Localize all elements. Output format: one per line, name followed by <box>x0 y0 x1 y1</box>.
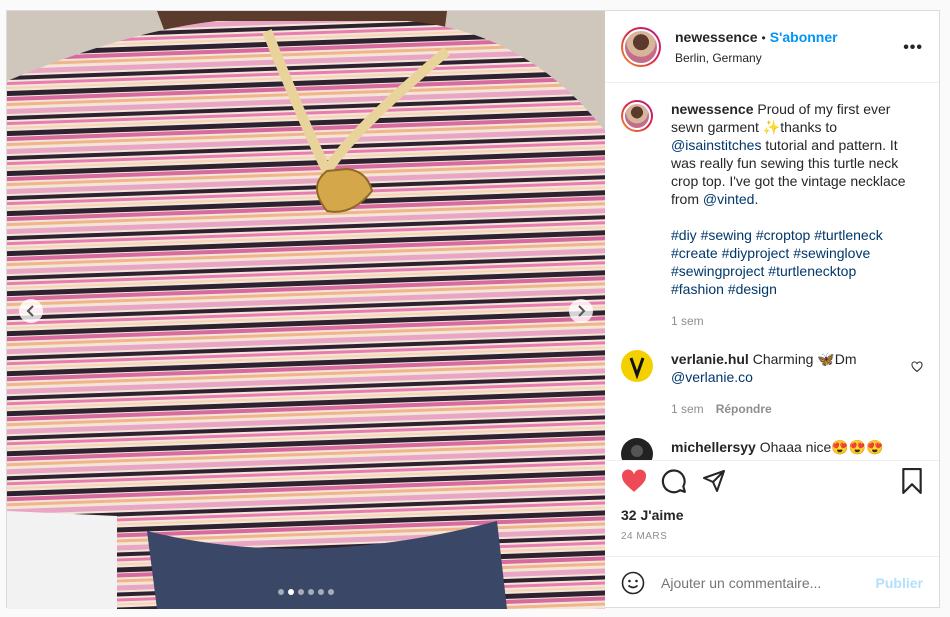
caption-username[interactable]: newessence <box>671 101 754 117</box>
add-comment-bar: Publier <box>605 556 939 609</box>
heart-filled-icon <box>621 469 647 492</box>
more-options-icon[interactable]: ••• <box>903 39 923 57</box>
caption-text-3: . <box>754 191 759 207</box>
post-header: newessence • S'abonner Berlin, Germany ••• <box>605 11 939 83</box>
carousel-dot <box>278 589 284 595</box>
comment-mention[interactable]: @verlanie.co <box>671 369 753 385</box>
likes-count[interactable]: 32 J'aime <box>621 507 684 523</box>
hashtag-link[interactable]: #turtlenecktop <box>768 263 856 279</box>
carousel-dot <box>318 589 324 595</box>
comment-avatar[interactable] <box>621 350 653 382</box>
location-link[interactable]: Berlin, Germany <box>675 51 838 65</box>
action-bar <box>605 460 939 500</box>
post-image[interactable] <box>7 11 605 609</box>
comment-text: Charming 🦋Dm <box>752 351 857 367</box>
chevron-left-icon <box>26 305 34 317</box>
caption-avatar[interactable] <box>621 100 653 132</box>
hashtag-link[interactable]: #sewing <box>701 227 752 243</box>
share-button[interactable] <box>701 469 727 493</box>
photo-striped-top <box>7 11 605 609</box>
hashtag-link[interactable]: #croptop <box>756 227 810 243</box>
hashtag-link[interactable]: #turtleneck <box>814 227 882 243</box>
caption-mention-vinted[interactable]: @vinted <box>703 191 755 207</box>
carousel-prev-button[interactable] <box>19 299 43 323</box>
hashtag-link[interactable]: #diy <box>671 227 697 243</box>
save-button[interactable] <box>901 467 923 494</box>
carousel-dot <box>288 589 294 595</box>
comment-avatar[interactable] <box>621 438 653 460</box>
avatar-photo-icon <box>621 438 653 460</box>
caption-mention-isainstitches[interactable]: @isainstitches <box>671 137 761 153</box>
comment-time[interactable]: 1 sem <box>671 402 704 416</box>
comment-button[interactable] <box>661 468 687 494</box>
post-sidebar: newessence • S'abonner Berlin, Germany •••… <box>605 11 939 609</box>
emoji-icon[interactable] <box>621 571 645 595</box>
carousel-dot <box>328 589 334 595</box>
comment-like-icon[interactable] <box>911 360 923 378</box>
hashtag-link[interactable]: #design <box>728 281 777 297</box>
caption-time[interactable]: 1 sem <box>671 314 913 328</box>
comments-list[interactable]: newessence Proud of my first ever sewn g… <box>605 84 939 460</box>
hashtag-link[interactable]: #create <box>671 245 718 261</box>
comment-item: verlanie.hul Charming 🦋Dm @verlanie.co 1… <box>621 350 923 416</box>
follow-button[interactable]: S'abonner <box>770 29 838 45</box>
carousel-next-button[interactable] <box>569 299 593 323</box>
chevron-right-icon <box>578 305 586 317</box>
hashtag-link[interactable]: #sewinglove <box>793 245 870 261</box>
comment-item: michellersyy Ohaaa nice😍😍😍 <box>621 438 923 460</box>
caption: newessence Proud of my first ever sewn g… <box>621 100 923 328</box>
reply-button[interactable]: Répondre <box>716 402 772 416</box>
comment-input[interactable] <box>661 575 876 591</box>
post-card: newessence • S'abonner Berlin, Germany •••… <box>6 10 940 609</box>
hashtag-link[interactable]: #sewingproject <box>671 263 764 279</box>
separator-dot: • <box>761 30 766 45</box>
comment-text: Ohaaa nice😍😍😍 <box>759 439 884 455</box>
v-logo-icon <box>621 350 653 382</box>
bookmark-icon <box>902 467 922 494</box>
like-button[interactable] <box>621 469 647 493</box>
hashtag-link[interactable]: #fashion <box>671 281 724 297</box>
post-date[interactable]: 24 MARS <box>621 531 667 542</box>
comment-bubble-icon <box>661 468 686 493</box>
hashtag-link[interactable]: #diyproject <box>722 245 790 261</box>
comment-username[interactable]: michellersyy <box>671 439 756 455</box>
carousel-dot <box>298 589 304 595</box>
paper-plane-icon <box>703 469 725 492</box>
caption-hashtags: #diy #sewing #croptop #turtleneck #creat… <box>671 226 913 298</box>
header-username[interactable]: newessence <box>675 29 758 45</box>
comment-username[interactable]: verlanie.hul <box>671 351 749 367</box>
avatar[interactable] <box>621 26 661 67</box>
publish-button[interactable]: Publier <box>876 575 923 591</box>
carousel-indicator <box>7 589 605 595</box>
carousel-dot <box>308 589 314 595</box>
